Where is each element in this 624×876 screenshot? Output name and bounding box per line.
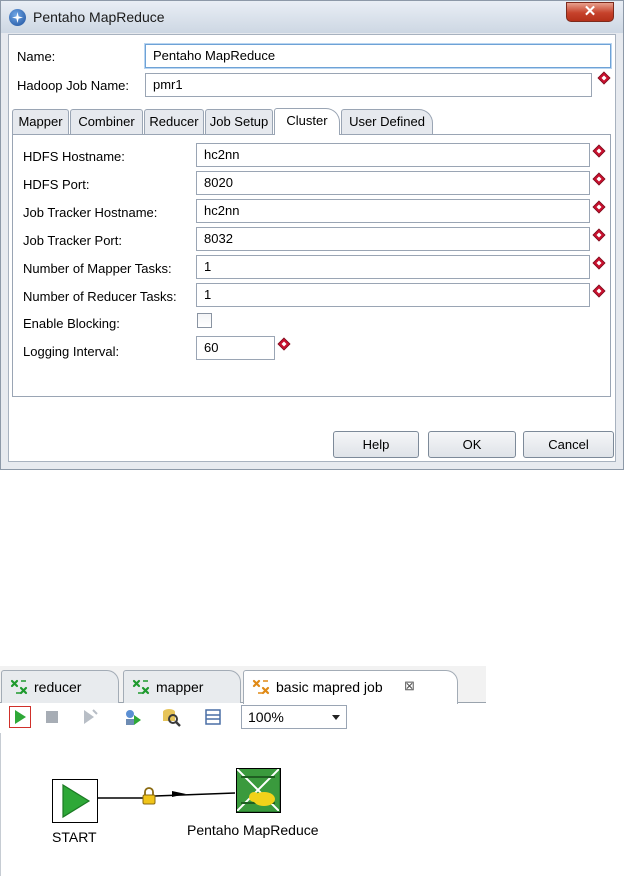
variable-icon[interactable] [592, 144, 606, 158]
variable-icon[interactable] [592, 256, 606, 270]
editor-tab-basic-mapred-job[interactable]: basic mapred job ⊠ [243, 670, 458, 704]
mapreduce-node-label: Pentaho MapReduce [187, 822, 319, 838]
chevron-down-icon [332, 715, 340, 720]
variable-icon[interactable] [592, 284, 606, 298]
close-tab-icon[interactable]: ⊠ [404, 671, 415, 701]
run-button[interactable] [9, 706, 31, 728]
close-button[interactable]: ✕ [566, 2, 614, 22]
editor-tab-mapper[interactable]: mapper [123, 670, 241, 703]
hdfs-hostname-input[interactable]: hc2nn [196, 143, 590, 167]
tab-job-setup[interactable]: Job Setup [205, 109, 273, 134]
lock-icon [140, 786, 158, 806]
start-icon [62, 783, 91, 819]
stop-icon [46, 711, 58, 723]
start-node[interactable] [52, 779, 98, 823]
sql-button[interactable] [202, 706, 224, 728]
help-button[interactable]: Help [333, 431, 419, 458]
hdfs-port-label: HDFS Port: [23, 177, 90, 192]
enable-blocking-checkbox[interactable] [197, 313, 212, 328]
hadoop-elephant-icon [236, 768, 280, 812]
tab-mapper[interactable]: Mapper [12, 109, 69, 134]
play-icon [15, 710, 26, 724]
editor-tab-label: reducer [34, 679, 82, 695]
mapreduce-node[interactable] [236, 768, 281, 813]
transformation-icon [10, 679, 28, 695]
pentaho-logo-icon [9, 9, 26, 26]
tab-cluster[interactable]: Cluster [274, 108, 340, 135]
mapper-tasks-label: Number of Mapper Tasks: [23, 261, 172, 276]
stop-button[interactable] [41, 706, 63, 728]
hadoop-job-name-label: Hadoop Job Name: [17, 78, 130, 93]
job-tracker-port-label: Job Tracker Port: [23, 233, 122, 248]
editor-tab-label: basic mapred job [276, 679, 383, 695]
job-tracker-hostname-label: Job Tracker Hostname: [23, 205, 158, 220]
editor-tab-reducer[interactable]: reducer [1, 670, 119, 703]
reducer-tasks-input[interactable]: 1 [196, 283, 590, 307]
zoom-select[interactable]: 100% [241, 705, 347, 729]
zoom-value: 100% [248, 709, 284, 725]
ok-button[interactable]: OK [428, 431, 516, 458]
variable-icon[interactable] [592, 172, 606, 186]
magnifier-icon [163, 709, 181, 727]
preview-icon [126, 710, 141, 725]
reducer-tasks-label: Number of Reducer Tasks: [23, 289, 177, 304]
variable-icon[interactable] [592, 200, 606, 214]
replay-button[interactable] [79, 706, 101, 728]
enable-blocking-label: Enable Blocking: [23, 316, 120, 331]
logging-interval-label: Logging Interval: [23, 344, 120, 359]
hdfs-hostname-label: HDFS Hostname: [23, 149, 125, 164]
job-tracker-hostname-input[interactable]: hc2nn [196, 199, 590, 223]
cancel-button[interactable]: Cancel [523, 431, 614, 458]
name-input[interactable]: Pentaho MapReduce [145, 44, 611, 68]
tab-reducer[interactable]: Reducer [144, 109, 204, 134]
variable-icon[interactable] [597, 71, 611, 85]
hop-arrow-icon [172, 791, 186, 797]
start-node-label: START [52, 829, 97, 845]
transformation-icon [132, 679, 150, 695]
dialog-title: Pentaho MapReduce [33, 9, 165, 25]
variable-icon[interactable] [592, 228, 606, 242]
check-button[interactable] [160, 706, 182, 728]
variable-icon[interactable] [277, 337, 291, 351]
job-tracker-port-input[interactable]: 8032 [196, 227, 590, 251]
mapper-tasks-input[interactable]: 1 [196, 255, 590, 279]
title-bar[interactable]: Pentaho MapReduce ✕ [1, 1, 623, 33]
layout-icon [205, 709, 221, 725]
hdfs-port-input[interactable]: 8020 [196, 171, 590, 195]
tab-combiner[interactable]: Combiner [70, 109, 143, 134]
editor-tab-label: mapper [156, 679, 204, 695]
replay-icon [84, 709, 98, 724]
hadoop-job-name-input[interactable]: pmr1 [145, 73, 592, 97]
job-icon [252, 679, 270, 695]
hop-line[interactable] [154, 792, 236, 797]
name-label: Name: [17, 49, 56, 64]
logging-interval-input[interactable]: 60 [196, 336, 275, 360]
tab-user-defined[interactable]: User Defined [341, 109, 433, 134]
preview-button[interactable] [122, 706, 144, 728]
